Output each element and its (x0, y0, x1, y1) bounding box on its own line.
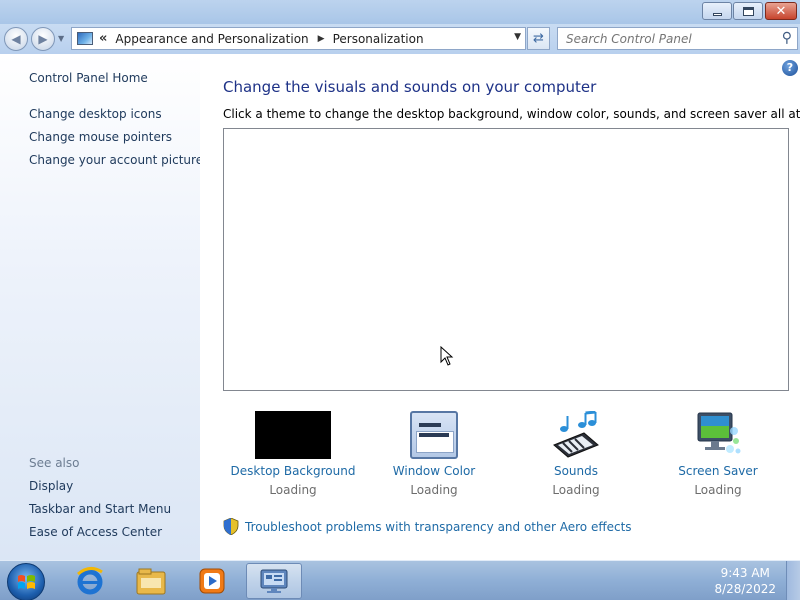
close-icon: ✕ (775, 3, 787, 19)
breadcrumb-personalization[interactable]: Personalization (333, 32, 424, 46)
change-account-picture-link[interactable]: Change your account picture (29, 153, 203, 167)
close-button[interactable]: ✕ (765, 2, 797, 20)
clock-time: 9:43 AM (720, 566, 770, 580)
page-title: Change the visuals and sounds on your co… (223, 78, 597, 96)
windows-explorer-icon (136, 568, 166, 595)
shield-icon (223, 518, 239, 535)
help-icon[interactable]: ? (782, 60, 798, 76)
show-desktop-button[interactable] (786, 561, 800, 600)
maximize-button[interactable] (733, 2, 763, 20)
desktop-background-tile[interactable]: Desktop Background Loading (223, 410, 363, 497)
change-desktop-icons-link[interactable]: Change desktop icons (29, 107, 162, 121)
media-player-taskbar-button[interactable] (184, 563, 240, 599)
refresh-icon: ⇄ (533, 31, 544, 46)
search-icon[interactable]: ⚲ (782, 30, 792, 46)
maximize-icon (742, 6, 754, 16)
screen-saver-link[interactable]: Screen Saver (648, 464, 788, 478)
control-panel-icon (77, 32, 93, 45)
ease-of-access-link[interactable]: Ease of Access Center (29, 525, 162, 539)
screen-saver-icon[interactable] (692, 411, 744, 459)
media-player-icon (199, 568, 225, 594)
breadcrumb-separator-icon[interactable]: ▶ (318, 34, 325, 44)
themes-list[interactable] (223, 128, 789, 391)
address-dropdown-icon[interactable]: ▼ (514, 32, 521, 42)
search-input[interactable] (566, 31, 771, 46)
forward-arrow-icon: ▶ (38, 32, 48, 46)
address-bar[interactable]: « Appearance and Personalization ▶ Perso… (71, 27, 526, 50)
window-color-icon[interactable] (410, 411, 458, 459)
back-button[interactable]: ◀ (4, 27, 28, 51)
window-color-tile[interactable]: Window Color Loading (364, 410, 504, 497)
page-instructions: Click a theme to change the desktop back… (223, 107, 800, 121)
desktop-background-status: Loading (269, 483, 317, 497)
sounds-link[interactable]: Sounds (506, 464, 646, 478)
recent-pages-dropdown-icon[interactable]: ▼ (58, 34, 64, 43)
screen-saver-tile[interactable]: Screen Saver Loading (648, 410, 788, 497)
breadcrumb-appearance[interactable]: Appearance and Personalization (115, 32, 308, 46)
forward-button[interactable]: ▶ (31, 27, 55, 51)
internet-explorer-icon (77, 567, 103, 595)
search-box[interactable]: ⚲ (557, 27, 798, 50)
title-bar: ✕ (0, 0, 800, 24)
minimize-icon (712, 12, 722, 16)
control-panel-icon (260, 569, 288, 593)
windows-explorer-taskbar-button[interactable] (123, 563, 179, 599)
back-arrow-icon: ◀ (11, 32, 21, 46)
display-link[interactable]: Display (29, 479, 73, 493)
control-panel-home-link[interactable]: Control Panel Home (29, 71, 148, 85)
mouse-cursor-icon (440, 346, 454, 366)
desktop-background-link[interactable]: Desktop Background (223, 464, 363, 478)
refresh-button[interactable]: ⇄ (527, 27, 550, 50)
window-color-link[interactable]: Window Color (364, 464, 504, 478)
taskbar-start-menu-link[interactable]: Taskbar and Start Menu (29, 502, 171, 516)
sounds-tile[interactable]: Sounds Loading (506, 410, 646, 497)
troubleshoot-row[interactable]: Troubleshoot problems with transparency … (223, 518, 632, 535)
system-clock[interactable]: 9:43 AM 8/28/2022 (714, 565, 776, 597)
breadcrumb-overflow-chevron[interactable]: « (99, 31, 107, 46)
screen-saver-status: Loading (694, 483, 742, 497)
change-mouse-pointers-link[interactable]: Change mouse pointers (29, 130, 172, 144)
clock-date: 8/28/2022 (714, 582, 776, 596)
see-also-heading: See also (29, 456, 80, 470)
minimize-button[interactable] (702, 2, 732, 20)
desktop-background-thumbnail[interactable] (255, 411, 331, 459)
start-button[interactable] (7, 563, 45, 600)
internet-explorer-taskbar-button[interactable] (62, 563, 118, 599)
windows-logo-icon (18, 575, 35, 589)
sounds-icon[interactable] (550, 411, 602, 459)
taskbar: 9:43 AM 8/28/2022 (0, 560, 800, 600)
sounds-status: Loading (552, 483, 600, 497)
control-panel-taskbar-button[interactable] (246, 563, 302, 599)
troubleshoot-aero-link[interactable]: Troubleshoot problems with transparency … (245, 520, 632, 534)
window-color-status: Loading (410, 483, 458, 497)
navigation-bar: ◀ ▶ ▼ « Appearance and Personalization ▶… (0, 24, 800, 54)
